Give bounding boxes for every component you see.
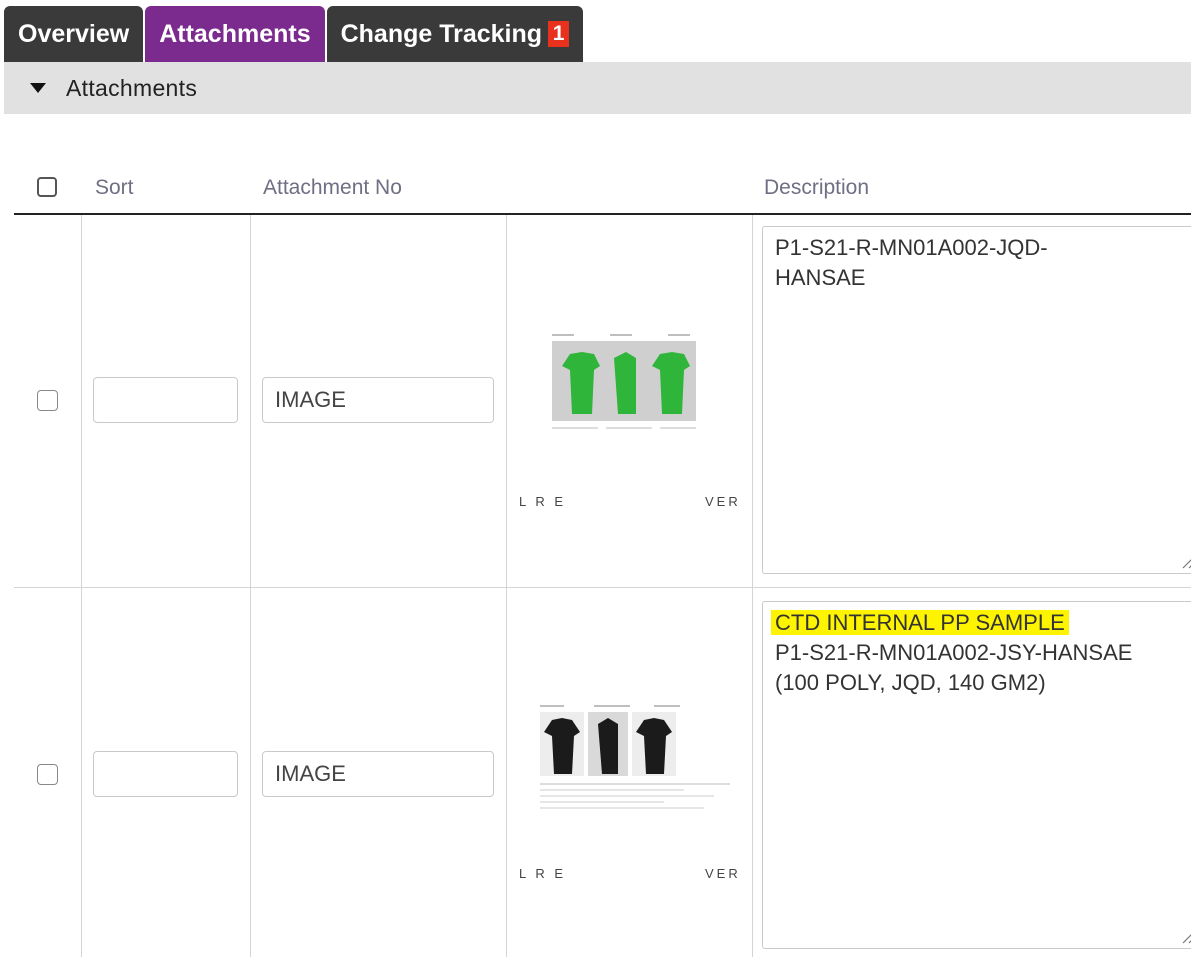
change-count-badge: 1 <box>548 21 570 47</box>
description-textarea[interactable]: CTD INTERNAL PP SAMPLE P1-S21-R-MN01A002… <box>762 601 1191 949</box>
description-line: HANSAE <box>775 265 866 290</box>
thumbnail-caption-left: L R E <box>519 866 567 881</box>
select-all-checkbox[interactable] <box>37 177 57 197</box>
description-line: P1-S21-R-MN01A002-JSY-HANSAE <box>775 640 1133 665</box>
description-textarea[interactable]: P1-S21-R-MN01A002-JQD- HANSAE <box>762 226 1191 574</box>
attachment-thumbnail[interactable] <box>540 328 708 440</box>
thumbnail-caption-right: VER <box>705 866 741 881</box>
description-line: P1-S21-R-MN01A002-JQD- <box>775 235 1048 260</box>
column-divider <box>250 215 251 957</box>
resize-handle-icon[interactable] <box>1181 930 1191 944</box>
attachments-table: Sort Attachment No Description IMAGE L R… <box>0 160 1191 957</box>
row-checkbox[interactable] <box>37 390 58 411</box>
tab-attachments-label: Attachments <box>159 19 311 48</box>
column-header-sort[interactable]: Sort <box>95 176 134 200</box>
attachment-no-input[interactable]: IMAGE <box>262 751 494 797</box>
tab-overview-label: Overview <box>18 19 130 48</box>
header-divider <box>14 213 1191 215</box>
highlighted-text: CTD INTERNAL PP SAMPLE <box>771 610 1069 635</box>
column-header-attachment-no[interactable]: Attachment No <box>263 176 402 200</box>
caret-down-icon <box>30 83 46 93</box>
tab-bar: Overview Attachments Change Tracking 1 <box>4 6 585 62</box>
tab-change-tracking[interactable]: Change Tracking 1 <box>326 6 584 62</box>
column-divider <box>81 215 82 957</box>
attachment-thumbnail[interactable] <box>534 702 734 814</box>
thumbnail-caption-right: VER <box>705 494 741 509</box>
attachments-section-header[interactable]: Attachments <box>4 62 1191 114</box>
tab-overview[interactable]: Overview <box>4 6 144 62</box>
thumbnail-caption-left: L R E <box>519 494 567 509</box>
tab-attachments[interactable]: Attachments <box>145 6 325 62</box>
column-divider <box>752 215 753 957</box>
row-divider <box>14 587 1191 588</box>
description-line: (100 POLY, JQD, 140 GM2) <box>775 670 1046 695</box>
column-divider <box>506 215 507 957</box>
attachment-no-input[interactable]: IMAGE <box>262 377 494 423</box>
row-checkbox[interactable] <box>37 764 58 785</box>
column-header-description[interactable]: Description <box>764 176 869 200</box>
sort-input[interactable] <box>93 377 238 423</box>
resize-handle-icon[interactable] <box>1181 555 1191 569</box>
section-title: Attachments <box>66 74 198 101</box>
sort-input[interactable] <box>93 751 238 797</box>
tab-change-tracking-label: Change Tracking <box>340 19 543 48</box>
